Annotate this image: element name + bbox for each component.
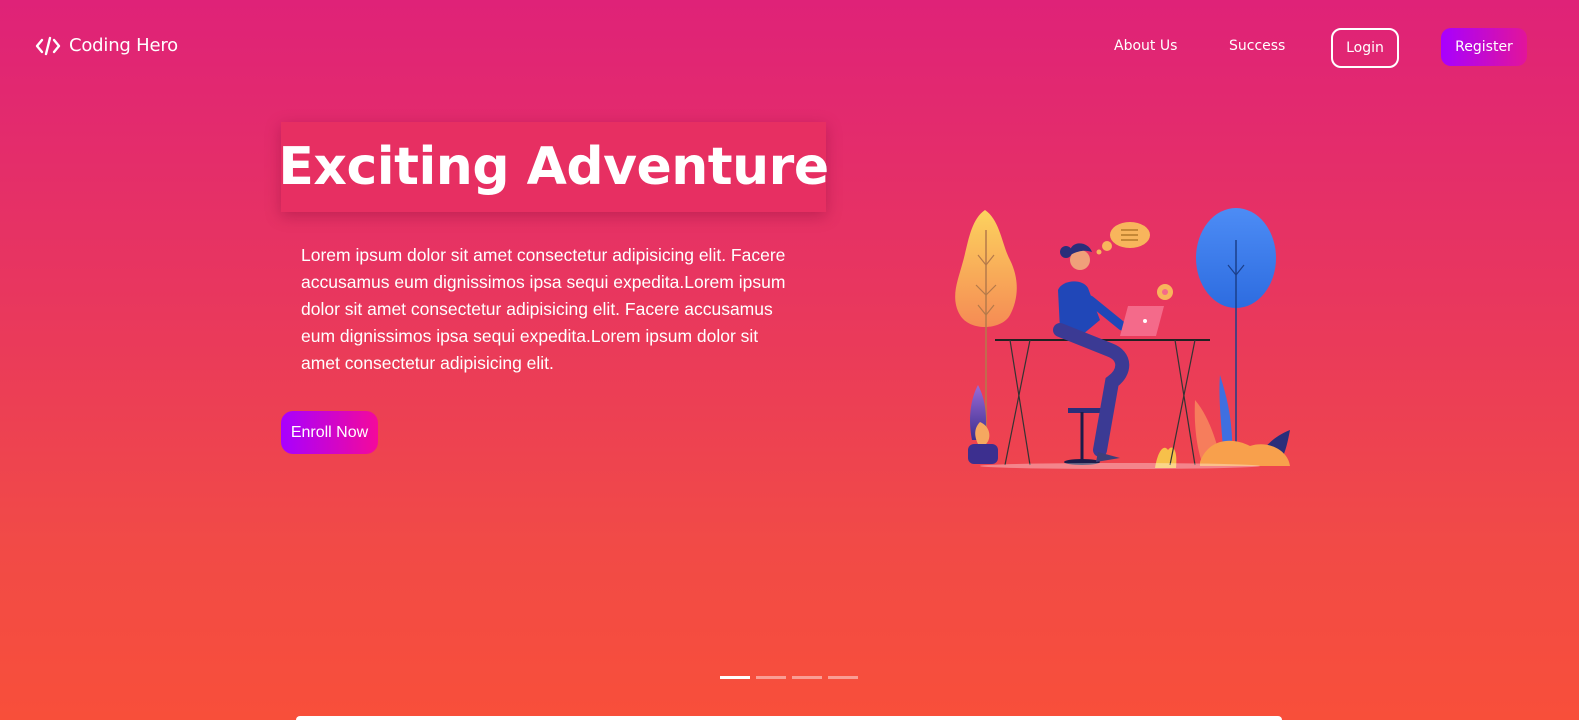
hero-title-box: Exciting Adventure xyxy=(278,122,829,212)
login-button[interactable]: Login xyxy=(1331,28,1399,68)
content-card-edge xyxy=(296,716,1282,720)
nav-link-success[interactable]: Success xyxy=(1229,38,1285,54)
nav-link-about-us[interactable]: About Us xyxy=(1114,38,1177,54)
carousel-indicator-3[interactable] xyxy=(792,676,822,679)
hero-description: Lorem ipsum dolor sit amet consectetur a… xyxy=(301,245,786,373)
carousel-indicator-2[interactable] xyxy=(756,676,786,679)
carousel-indicators xyxy=(720,676,858,679)
brand-name: Coding Hero xyxy=(69,35,178,56)
woman-working-on-laptop-illustration xyxy=(950,200,1300,475)
register-button[interactable]: Register xyxy=(1441,28,1527,66)
hero-title: Exciting Adventure xyxy=(278,137,829,197)
carousel-indicator-1[interactable] xyxy=(720,676,750,679)
carousel-indicator-4[interactable] xyxy=(828,676,858,679)
brand-logo[interactable]: Coding Hero xyxy=(35,35,178,56)
enroll-now-button[interactable]: Enroll Now xyxy=(281,411,378,454)
navbar: Coding Hero About Us Success Login Regis… xyxy=(0,0,1579,95)
code-icon xyxy=(35,36,61,56)
